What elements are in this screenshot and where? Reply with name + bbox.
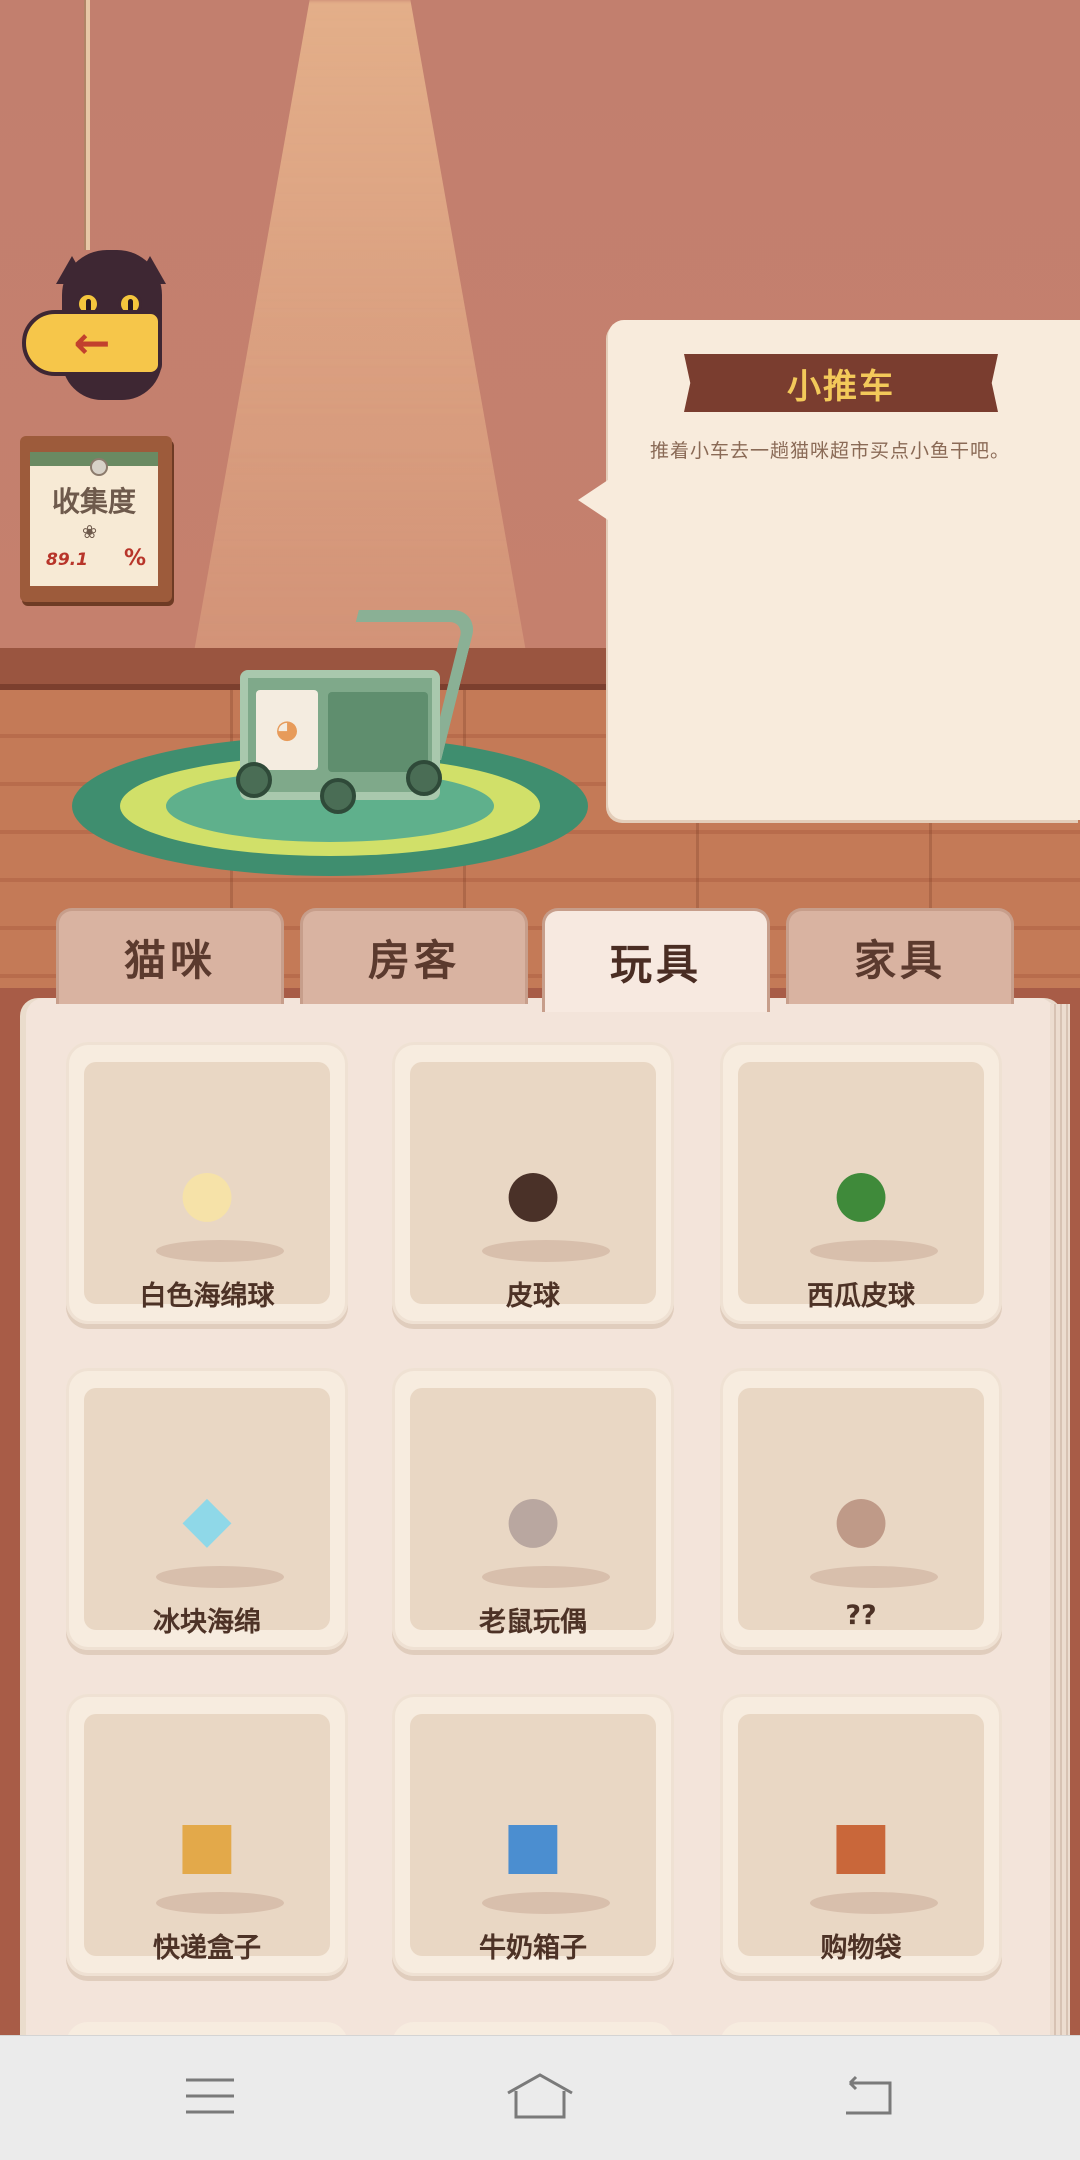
collection-paper: 收集度 ❀ 89.1 % — [30, 452, 158, 586]
collection-unit: % — [124, 546, 147, 571]
item-shadow — [156, 1892, 284, 1914]
cart-wheel — [406, 760, 442, 796]
item-shadow — [810, 1892, 938, 1914]
pin-icon — [90, 458, 108, 476]
tab-furniture[interactable]: 家具 — [786, 908, 1014, 1004]
item-shadow — [156, 1240, 284, 1262]
item-shadow — [482, 1566, 610, 1588]
collection-board[interactable]: 收集度 ❀ 89.1 % — [20, 436, 172, 602]
shopping-cart-toy[interactable]: ◕ — [220, 610, 480, 840]
cart-inner — [328, 692, 428, 772]
mouse-toy-icon: ● — [505, 1482, 561, 1556]
system-nav-bar — [0, 2035, 1080, 2160]
home-button[interactable] — [500, 2066, 580, 2126]
tab-cats[interactable]: 猫咪 — [56, 908, 284, 1004]
menu-icon — [186, 2078, 234, 2114]
shopping-bag-icon: ■ — [830, 1808, 892, 1882]
cat-face-icon: ◕ — [256, 690, 318, 770]
item-label: 购物袋 — [820, 1933, 902, 1964]
leather-ball-icon: ● — [505, 1156, 561, 1230]
item-shadow — [482, 1240, 610, 1262]
cat-ear — [56, 256, 88, 284]
item-info-card: 小推车 推着小车去一趟猫咪超市买点小鱼干吧。 — [578, 320, 1080, 820]
item-shadow — [156, 1566, 284, 1588]
item-label: 白色海绵球 — [139, 1281, 275, 1312]
page-edge — [1050, 1004, 1070, 2078]
back-nav-button[interactable] — [828, 2066, 908, 2126]
back-arrow-icon: ← — [22, 310, 162, 376]
locked-item-icon: ● — [833, 1482, 889, 1556]
collection-value: 89.1 — [46, 550, 88, 570]
cart-wheel — [236, 762, 272, 798]
back-icon — [846, 2075, 892, 2115]
cat-ear — [134, 256, 166, 284]
item-shadow — [810, 1566, 938, 1588]
item-frame: ■ 购物袋 — [738, 1714, 984, 1964]
item-frame: ◆ 冰块海绵 — [84, 1388, 330, 1638]
item-frame: ■ 快递盒子 — [84, 1714, 330, 1964]
item-label: ?? — [845, 1600, 877, 1631]
watermelon-ball-icon: ● — [833, 1156, 889, 1230]
hanging-rope — [84, 0, 90, 250]
item-label: 皮球 — [506, 1281, 560, 1312]
toy-item-card[interactable]: ◆ 冰块海绵 — [66, 1368, 348, 1650]
tab-lodgers[interactable]: 房客 — [300, 908, 528, 1004]
ice-cube-sponge-icon: ◆ — [182, 1482, 232, 1556]
toy-item-card[interactable]: ■ 快递盒子 — [66, 1694, 348, 1976]
toy-item-card[interactable]: ● 西瓜皮球 — [720, 1042, 1002, 1324]
back-button[interactable]: ← — [22, 230, 192, 410]
item-label: 牛奶箱子 — [479, 1933, 587, 1964]
collection-title: 收集度 — [51, 485, 136, 518]
item-frame: ● 老鼠玩偶 — [410, 1388, 656, 1638]
paw-icon: ❀ — [82, 522, 98, 543]
cart-wheel — [320, 778, 356, 814]
item-shadow — [810, 1240, 938, 1262]
tab-toys[interactable]: 玩具 — [542, 908, 770, 1012]
toy-item-card[interactable]: ● 老鼠玩偶 — [392, 1368, 674, 1650]
item-name-banner: 小推车 — [684, 354, 998, 412]
item-label: 冰块海绵 — [153, 1607, 261, 1638]
toy-item-card[interactable]: ● 皮球 — [392, 1042, 674, 1324]
item-label: 老鼠玩偶 — [479, 1607, 587, 1638]
item-label: 快递盒子 — [153, 1933, 261, 1964]
item-frame: ● 西瓜皮球 — [738, 1062, 984, 1312]
item-frame: ● 皮球 — [410, 1062, 656, 1312]
toy-item-card[interactable]: ● 白色海绵球 — [66, 1042, 348, 1324]
item-frame: ■ 牛奶箱子 — [410, 1714, 656, 1964]
white-sponge-ball-icon: ● — [179, 1156, 235, 1230]
toy-item-card[interactable]: ●?? — [720, 1368, 1002, 1650]
toy-item-card[interactable]: ■ 购物袋 — [720, 1694, 1002, 1976]
item-description: 推着小车去一趟猫咪超市买点小鱼干吧。 — [650, 440, 1011, 462]
item-frame: ● 白色海绵球 — [84, 1062, 330, 1312]
milk-box-icon: ■ — [502, 1808, 564, 1882]
menu-button[interactable] — [170, 2066, 250, 2126]
item-shadow — [482, 1892, 610, 1914]
home-icon — [507, 2073, 573, 2119]
item-label: 西瓜皮球 — [807, 1281, 915, 1312]
item-frame: ●?? — [738, 1388, 984, 1631]
toy-item-card[interactable]: ■ 牛奶箱子 — [392, 1694, 674, 1976]
delivery-box-icon: ■ — [176, 1808, 238, 1882]
